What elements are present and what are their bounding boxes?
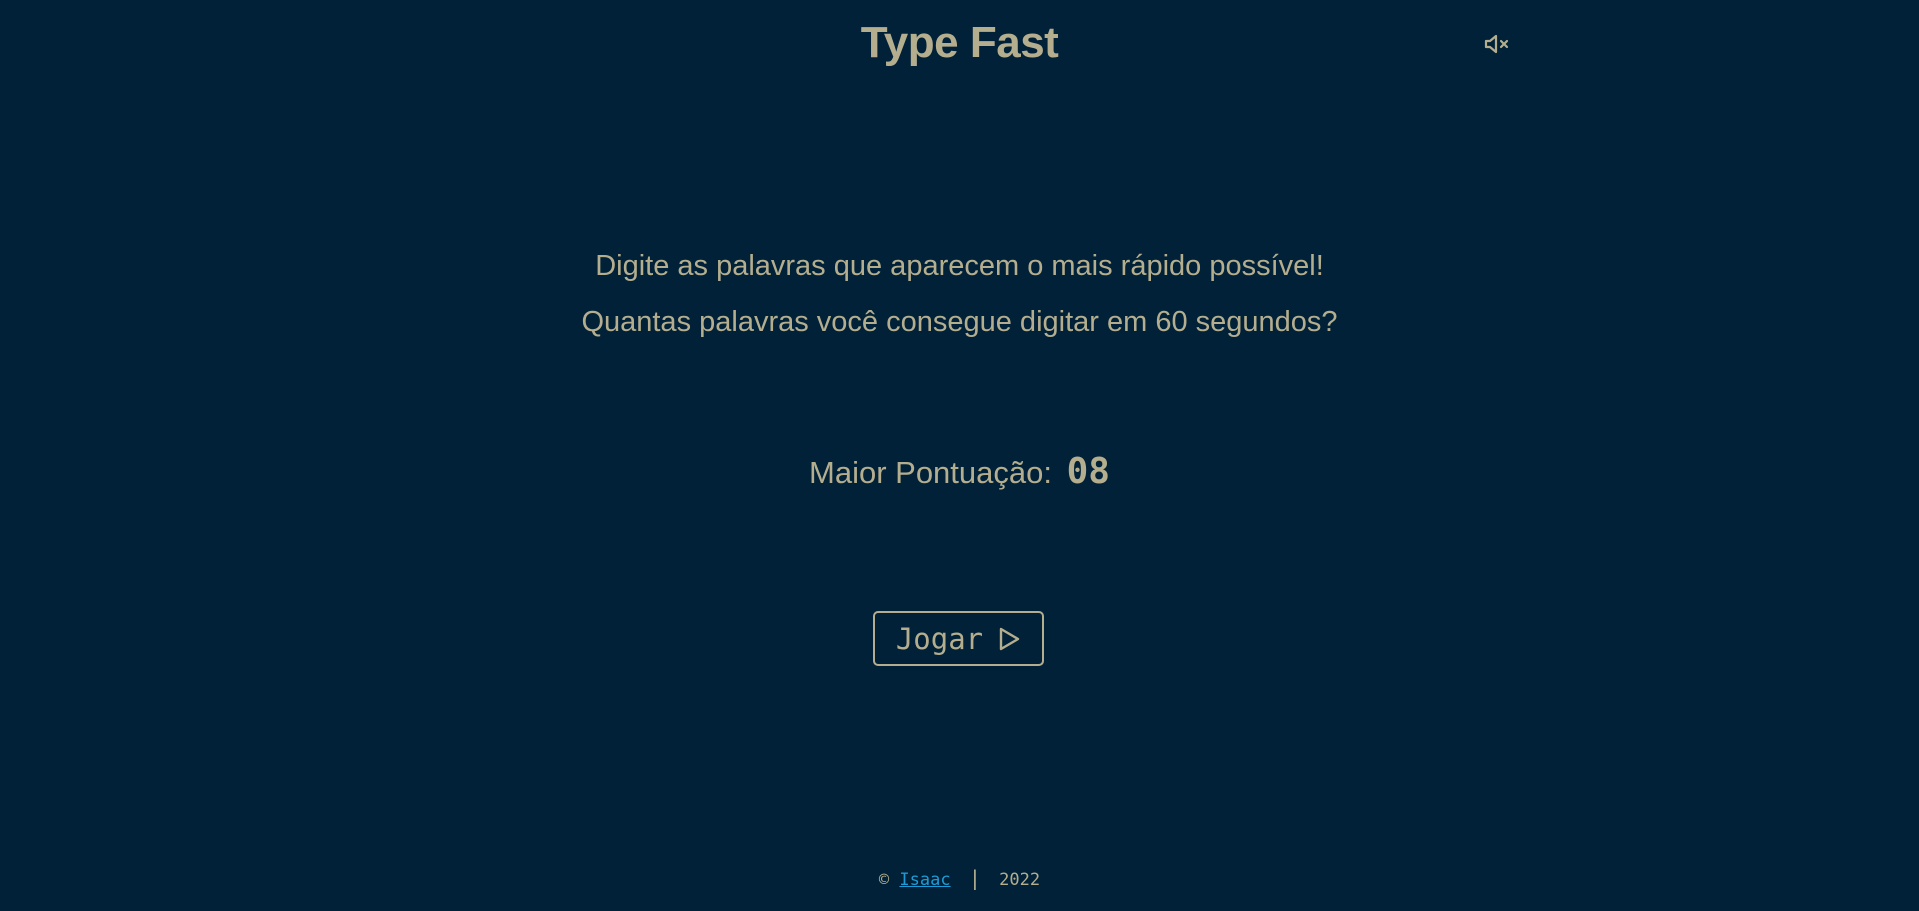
high-score-value: 08 xyxy=(1066,451,1110,492)
footer: © Isaac | 2022 xyxy=(0,866,1919,890)
play-button-label: Jogar xyxy=(895,621,984,656)
copyright-symbol: © xyxy=(878,870,890,890)
speaker-muted-icon xyxy=(1484,34,1509,54)
footer-separator: | xyxy=(968,866,981,890)
intro-line-1: Digite as palavras que aparecem o mais r… xyxy=(595,250,1324,282)
author-link[interactable]: Isaac xyxy=(899,870,950,890)
mute-toggle-button[interactable] xyxy=(1483,31,1513,57)
play-button[interactable]: Jogar xyxy=(873,611,1044,666)
intro-line-2: Quantas palavras você consegue digitar e… xyxy=(581,306,1338,338)
page-title: Type Fast xyxy=(860,18,1059,67)
header: Type Fast xyxy=(0,0,1919,92)
footer-year: 2022 xyxy=(999,870,1041,890)
play-icon xyxy=(997,626,1021,652)
intro-text: Digite as palavras que aparecem o mais r… xyxy=(0,238,1919,350)
high-score-label: Maior Pontuação: xyxy=(809,455,1052,490)
page: Type Fast Digite as palavras que aparece… xyxy=(0,0,1919,911)
high-score: Maior Pontuação: 08 xyxy=(0,446,1919,499)
